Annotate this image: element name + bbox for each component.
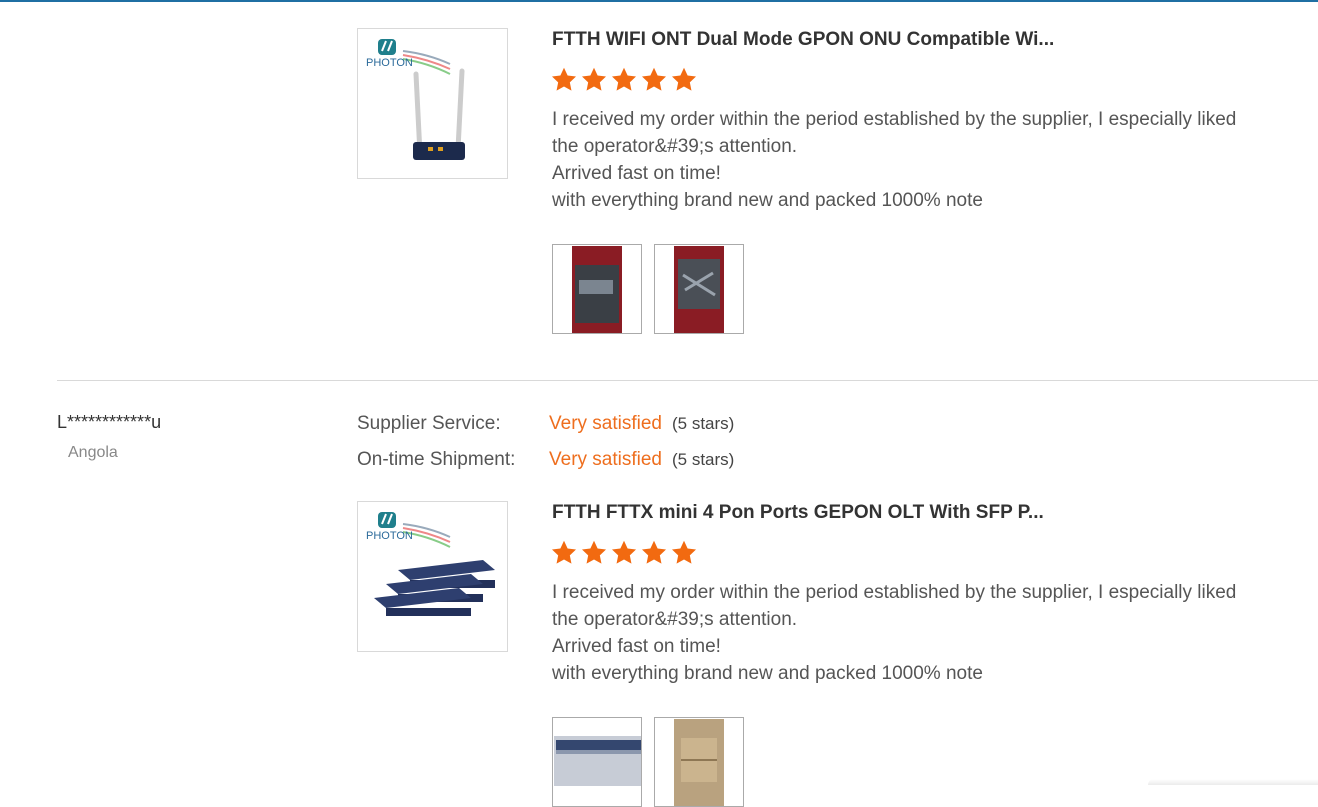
star-rating xyxy=(550,66,698,94)
review-text-line: the operator&#39;s attention. xyxy=(552,609,798,630)
review-text-line: I received my order within the period es… xyxy=(552,582,1237,603)
product-title[interactable]: FTTH FTTX mini 4 Pon Ports GEPON OLT Wit… xyxy=(552,502,1072,524)
star-icon xyxy=(671,67,697,91)
reviewer-country: Angola xyxy=(68,444,118,461)
svg-text:PHOTON: PHOTON xyxy=(366,530,413,542)
review-text-line: Arrived fast on time! xyxy=(552,636,721,657)
rating-label: On-time Shipment: xyxy=(357,449,516,470)
supplier-service-rating: Supplier Service: Very satisfied (5 stars) xyxy=(357,413,734,435)
rating-label: Supplier Service: xyxy=(357,413,501,434)
review-text-line: Arrived fast on time! xyxy=(552,163,721,184)
reviewer-name: L************u xyxy=(57,412,162,432)
star-icon xyxy=(611,540,637,564)
svg-text:PHOTON: PHOTON xyxy=(366,57,413,69)
wifi-router-image: PHOTON xyxy=(366,39,465,160)
package-photo-2 xyxy=(674,246,724,333)
product-title[interactable]: FTTH WIFI ONT Dual Mode GPON ONU Compati… xyxy=(552,29,1072,51)
product-thumbnail[interactable]: PHOTON xyxy=(357,28,508,179)
review-photo[interactable] xyxy=(552,717,642,807)
rating-value: Very satisfied xyxy=(549,413,662,434)
star-icon xyxy=(641,540,667,564)
review-text-line: with everything brand new and packed 100… xyxy=(552,190,983,211)
star-icon xyxy=(581,540,607,564)
review-photo[interactable] xyxy=(552,244,642,334)
review-text-line: with everything brand new and packed 100… xyxy=(552,663,983,684)
star-icon xyxy=(581,67,607,91)
review-text-line: the operator&#39;s attention. xyxy=(552,136,798,157)
box-photo-2 xyxy=(674,719,724,806)
corner-shadow xyxy=(1148,779,1318,785)
star-icon xyxy=(671,540,697,564)
top-border xyxy=(0,0,1318,2)
star-rating xyxy=(550,539,698,567)
review-photo[interactable] xyxy=(654,717,744,807)
on-time-shipment-rating: On-time Shipment: Very satisfied (5 stars) xyxy=(357,449,734,471)
star-icon xyxy=(551,540,577,564)
rating-stars-text: (5 stars) xyxy=(672,450,735,469)
rating-value: Very satisfied xyxy=(549,449,662,470)
review-text: I received my order within the period es… xyxy=(552,579,1302,687)
review-photo[interactable] xyxy=(654,244,744,334)
review-text: I received my order within the period es… xyxy=(552,106,1302,214)
product-thumbnail[interactable]: PHOTON xyxy=(357,501,508,652)
olt-device-image: PHOTON xyxy=(366,512,495,616)
review-text-line: I received my order within the period es… xyxy=(552,109,1237,130)
star-icon xyxy=(611,67,637,91)
star-icon xyxy=(641,67,667,91)
package-photo-1 xyxy=(572,246,622,333)
device-photo-1 xyxy=(554,736,641,786)
star-icon xyxy=(551,67,577,91)
review-divider xyxy=(57,380,1318,381)
rating-stars-text: (5 stars) xyxy=(672,414,735,433)
